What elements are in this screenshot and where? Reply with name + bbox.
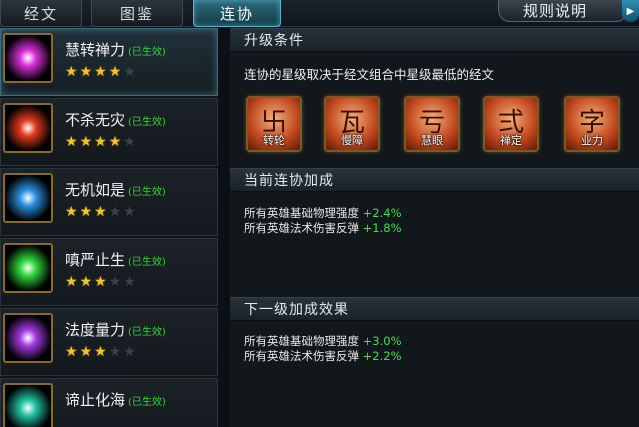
sutra-card[interactable]: 弍禅定: [483, 96, 539, 152]
star-icon: ★: [123, 64, 136, 80]
sutra-card[interactable]: 亏慧眼: [404, 96, 460, 152]
synergy-list: 慧转禅力 (已生效) ★ ★ ★ ★ ★ 不杀无灾 (已生效) ★ ★ ★ ★ ★ 无机如是 (已生效) ★ ★ ★…: [0, 28, 218, 427]
star-icon: ★: [108, 64, 122, 80]
synergy-list-item[interactable]: 嗔严止生 (已生效) ★ ★ ★ ★ ★: [0, 238, 218, 306]
star-icon: ★: [108, 134, 122, 150]
synergy-list-item[interactable]: 法度量力 (已生效) ★ ★ ★ ★ ★: [0, 308, 218, 376]
star-icon: ★: [65, 204, 78, 220]
blue-nebula-icon: [3, 173, 53, 223]
status-badge: (已生效): [128, 187, 166, 198]
sutra-card[interactable]: 卐转轮: [246, 96, 302, 152]
synergy-list-item[interactable]: 不杀无灾 (已生效) ★ ★ ★ ★ ★: [0, 98, 218, 166]
sutra-card-label: 慢障: [341, 134, 363, 147]
nebula-orb: [5, 105, 51, 151]
synergy-list-item[interactable]: 慧转禅力 (已生效) ★ ★ ★ ★ ★: [0, 28, 218, 96]
status-badge: (已生效): [128, 257, 166, 268]
star-icon: ★: [108, 344, 122, 360]
synergy-name-text: 谛止化海: [65, 391, 126, 409]
tab-codex[interactable]: 图鉴: [91, 0, 183, 27]
rules-button[interactable]: 规则说明: [498, 0, 628, 22]
status-badge: (已生效): [128, 117, 166, 128]
star-rating: ★ ★ ★ ★ ★: [65, 345, 136, 359]
star-icon: ★: [79, 204, 93, 220]
star-icon: ★: [123, 204, 136, 220]
synergy-list-item[interactable]: 谛止化海 (已生效): [0, 378, 218, 427]
sutra-card[interactable]: 字业力: [564, 96, 620, 152]
star-icon: ★: [65, 134, 78, 150]
tab-synergy[interactable]: 连协: [193, 0, 281, 27]
sutra-card-label: 业力: [581, 134, 603, 147]
teal-nebula-icon: [3, 383, 53, 427]
magenta-nebula-icon: [3, 33, 53, 83]
upgrade-description: 连协的星级取决于经文组合中星级最低的经文: [244, 67, 495, 82]
nebula-orb: [5, 385, 51, 427]
status-badge: (已生效): [128, 47, 166, 58]
star-icon: ★: [94, 64, 107, 80]
sutra-card-label: 慧眼: [421, 134, 443, 147]
nebula-orb: [5, 245, 51, 291]
purple-nebula-icon: [3, 313, 53, 363]
star-icon: ★: [65, 64, 78, 80]
star-icon: ★: [65, 344, 78, 360]
current-bonus-line: 所有英雄基础物理强度 +2.4%: [244, 206, 402, 220]
status-badge: (已生效): [128, 397, 166, 408]
star-icon: ★: [123, 134, 136, 150]
synergy-name: 慧转禅力 (已生效): [65, 39, 166, 60]
upgrade-heading: 升级条件: [230, 28, 639, 52]
nebula-orb: [5, 175, 51, 221]
synergy-name-text: 无机如是: [65, 181, 126, 199]
star-rating: ★ ★ ★ ★ ★: [65, 205, 136, 219]
star-icon: ★: [79, 134, 93, 150]
red-nebula-icon: [3, 103, 53, 153]
next-bonus-line: 所有英雄基础物理强度 +3.0%: [244, 334, 402, 348]
sutra-card-label: 禅定: [500, 134, 522, 147]
star-icon: ★: [94, 134, 107, 150]
sutra-card-label: 转轮: [263, 134, 285, 147]
arrow-right-icon[interactable]: ▶: [622, 0, 639, 22]
star-icon: ★: [108, 204, 122, 220]
synergy-list-item[interactable]: 无机如是 (已生效) ★ ★ ★ ★ ★: [0, 168, 218, 236]
current-bonus-heading: 当前连协加成: [230, 168, 639, 192]
detail-panel: 升级条件 连协的星级取决于经文组合中星级最低的经文 卐转轮瓦慢障亏慧眼弍禅定字业…: [230, 28, 639, 427]
status-badge: (已生效): [128, 327, 166, 338]
synergy-name-text: 慧转禅力: [65, 41, 126, 59]
star-icon: ★: [123, 274, 136, 290]
current-bonus-line: 所有英雄法术伤害反弹 +1.8%: [244, 221, 402, 235]
top-tab-bar: 经文 图鉴 连协 规则说明 ▶: [0, 0, 639, 27]
star-icon: ★: [108, 274, 122, 290]
star-icon: ★: [79, 64, 93, 80]
next-bonus-line: 所有英雄法术伤害反弹 +2.2%: [244, 349, 402, 363]
nebula-orb: [5, 315, 51, 361]
synergy-name: 不杀无灾 (已生效): [65, 109, 166, 130]
star-icon: ★: [65, 274, 78, 290]
synergy-name: 嗔严止生 (已生效): [65, 249, 166, 270]
star-icon: ★: [94, 274, 107, 290]
synergy-name: 法度量力 (已生效): [65, 319, 166, 340]
star-icon: ★: [94, 204, 107, 220]
synergy-name-text: 嗔严止生: [65, 251, 126, 269]
synergy-name: 无机如是 (已生效): [65, 179, 166, 200]
sutra-card[interactable]: 瓦慢障: [324, 96, 380, 152]
star-rating: ★ ★ ★ ★ ★: [65, 275, 136, 289]
star-rating: ★ ★ ★ ★ ★: [65, 135, 136, 149]
star-icon: ★: [123, 344, 136, 360]
synergy-name-text: 不杀无灾: [65, 111, 126, 129]
next-bonus-heading: 下一级加成效果: [230, 297, 639, 321]
green-nebula-icon: [3, 243, 53, 293]
star-rating: ★ ★ ★ ★ ★: [65, 65, 136, 79]
synergy-name: 谛止化海 (已生效): [65, 389, 166, 410]
star-icon: ★: [94, 344, 107, 360]
star-icon: ★: [79, 344, 93, 360]
star-icon: ★: [79, 274, 93, 290]
synergy-name-text: 法度量力: [65, 321, 126, 339]
nebula-orb: [5, 35, 51, 81]
tab-sutra[interactable]: 经文: [0, 0, 82, 27]
